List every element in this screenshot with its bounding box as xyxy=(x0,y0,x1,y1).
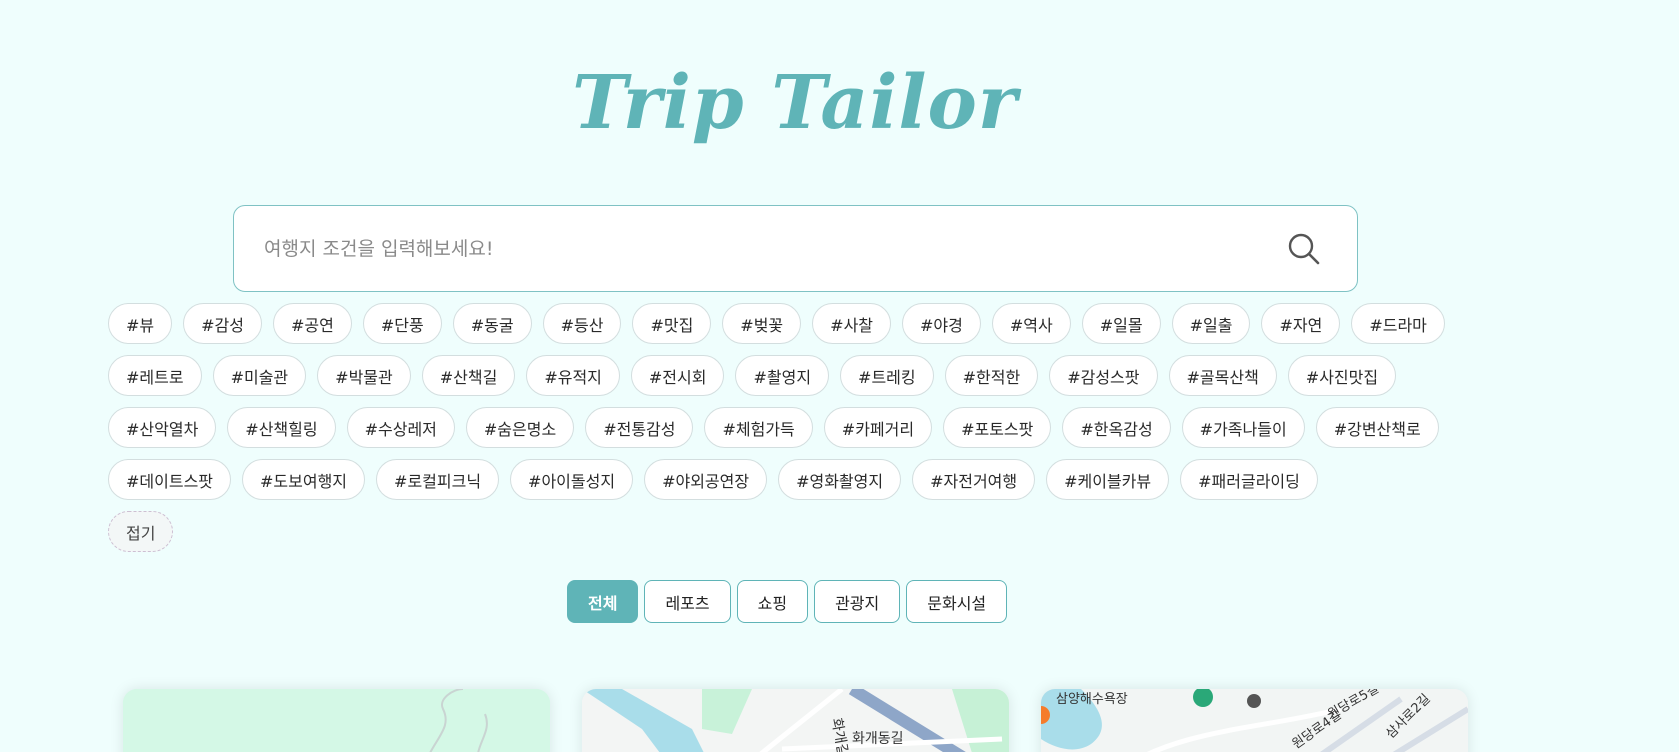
tag-chip[interactable]: #자전거여행 xyxy=(912,459,1036,500)
filter-button[interactable]: 문화시설 xyxy=(906,580,1008,623)
tag-chip[interactable]: #전통감성 xyxy=(585,407,694,448)
tag-cloud: #뷰 #감성 #공연 #단풍 #동굴 #등산 #맛집 #벚꽃 #사찰 #야경 #역사 #일몰 #일출 #자… xyxy=(108,303,1488,563)
tag-chip[interactable]: #등산 xyxy=(542,303,622,344)
search-input[interactable] xyxy=(234,206,1279,291)
tag-chip[interactable]: #자연 xyxy=(1261,303,1341,344)
tag-chip[interactable]: #강변산책로 xyxy=(1315,407,1439,448)
place-card[interactable] xyxy=(123,689,550,752)
place-card[interactable]: 삼양해수욕장 원당로5길 원당로4길 삼사로2길 xyxy=(1041,689,1468,752)
tag-chip[interactable]: #사찰 xyxy=(812,303,892,344)
tag-chip[interactable]: #한적한 xyxy=(944,355,1039,396)
tag-chip[interactable]: #감성 xyxy=(183,303,262,344)
app-logo[interactable]: Trip Tailor xyxy=(0,58,1590,148)
tag-chip[interactable]: #동굴 xyxy=(452,303,532,344)
tag-chip[interactable]: #역사 xyxy=(991,303,1071,344)
tag-row: 접기 xyxy=(108,511,1488,552)
search-icon xyxy=(1288,233,1320,264)
tag-chip[interactable]: #단풍 xyxy=(362,303,442,344)
page: Trip Tailor #뷰#감성#공연#단풍#동굴#등산#맛집#벚꽃#사찰#야… xyxy=(0,0,1679,752)
tag-chip[interactable]: #데이트스팟 xyxy=(108,459,232,500)
tag-chip[interactable]: #감성스팟 xyxy=(1049,355,1158,396)
map-label: 삼양해수욕장 xyxy=(1056,692,1128,707)
tag-chip[interactable]: #일몰 xyxy=(1081,303,1161,344)
tag-chip[interactable]: #미술관 xyxy=(212,355,307,396)
tag-chip[interactable]: #도보여행지 xyxy=(242,459,366,500)
place-cards: 화개길 화개동길 삼양해수욕장 원당로5길 원당로4길 삼사로2길 xyxy=(123,689,1468,752)
tag-chip[interactable]: #유적지 xyxy=(526,355,620,396)
filter-button[interactable]: 레포츠 xyxy=(644,580,731,623)
tag-chip[interactable]: #트레킹 xyxy=(840,355,934,396)
tag-chip[interactable]: #공연 xyxy=(273,303,352,344)
tag-chip[interactable]: #체험가득 xyxy=(704,407,813,448)
tag-chip[interactable]: #사진맛집 xyxy=(1287,355,1397,396)
tag-chip[interactable]: #패러글라이딩 xyxy=(1180,459,1318,500)
map-label: 화개동길 xyxy=(852,731,904,747)
tag-chip[interactable]: #전시회 xyxy=(630,355,725,396)
map-thumbnail xyxy=(123,689,550,752)
map-thumbnail: 화개길 화개동길 xyxy=(582,689,1009,752)
tag-chip[interactable]: #박물관 xyxy=(317,355,411,396)
search-button[interactable] xyxy=(1279,224,1329,274)
tag-chip[interactable]: #영화촬영지 xyxy=(778,459,902,500)
tag-chip[interactable]: #한옥감성 xyxy=(1062,407,1171,448)
place-card[interactable]: 화개길 화개동길 xyxy=(582,689,1009,752)
tag-chip[interactable]: #맛집 xyxy=(632,303,712,344)
filter-button[interactable]: 쇼핑 xyxy=(736,580,809,623)
tag-chip[interactable]: #산악열차 xyxy=(108,407,217,448)
map-thumbnail: 삼양해수욕장 원당로5길 원당로4길 삼사로2길 xyxy=(1041,689,1468,752)
tag-chip[interactable]: #드라마 xyxy=(1351,303,1445,344)
tag-chip[interactable]: #레트로 xyxy=(108,355,202,396)
search-bar xyxy=(233,205,1358,292)
tag-chip[interactable]: #산책힐링 xyxy=(227,407,336,448)
filter-button[interactable]: 전체 xyxy=(567,580,639,623)
tag-chip[interactable]: #카페거리 xyxy=(823,407,933,448)
tag-chip[interactable]: #수상레저 xyxy=(346,407,455,448)
tag-chip[interactable]: #포토스팟 xyxy=(943,407,1052,448)
category-filter-bar: 전체 레포츠 쇼핑 관광지 문화시설 xyxy=(567,580,1008,623)
tag-chip[interactable]: #촬영지 xyxy=(735,355,830,396)
filter-button[interactable]: 관광지 xyxy=(814,580,901,623)
tag-chip[interactable]: #벚꽃 xyxy=(722,303,802,344)
fold-tags-button[interactable]: 접기 xyxy=(108,511,174,552)
tag-chip[interactable]: #야외공연장 xyxy=(644,459,768,500)
tag-chip[interactable]: #뷰 xyxy=(108,303,173,344)
tag-chip[interactable]: #야경 xyxy=(902,303,981,344)
tag-chip[interactable]: #아이돌성지 xyxy=(510,459,634,500)
tag-row: #데이트스팟 #도보여행지 #로컬피크닉 #아이돌성지 #야외공연장 #영화촬영지 #자전거… xyxy=(108,459,1488,500)
tag-row: #산악열차 #산책힐링 #수상레저 #숨은명소 #전통감성 #체험가득 #카페거리 #포토스팟… xyxy=(108,407,1488,448)
tag-chip[interactable]: #로컬피크닉 xyxy=(376,459,500,500)
tag-chip[interactable]: #골목산책 xyxy=(1168,355,1277,396)
tag-chip[interactable]: #산책길 xyxy=(421,355,516,396)
tag-chip[interactable]: #케이블카뷰 xyxy=(1046,459,1170,500)
tag-row: #레트로 #미술관 #박물관 #산책길 #유적지 #전시회 #촬영지 #트레킹 #한적한 #감성스… xyxy=(108,355,1488,396)
tag-chip[interactable]: #일출 xyxy=(1171,303,1251,344)
tag-chip[interactable]: #숨은명소 xyxy=(465,407,575,448)
tag-row: #뷰 #감성 #공연 #단풍 #동굴 #등산 #맛집 #벚꽃 #사찰 #야경 #역사 #일몰 #일출 #자… xyxy=(108,303,1488,344)
tag-chip[interactable]: #가족나들이 xyxy=(1181,407,1305,448)
